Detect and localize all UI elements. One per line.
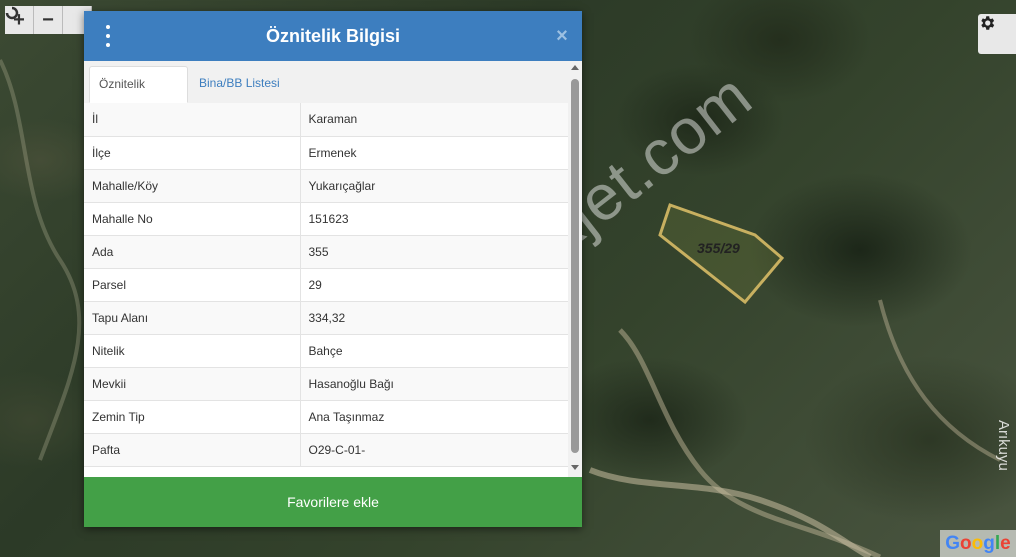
attribute-value: Bahçe: [300, 334, 568, 368]
attribute-value: Karaman: [300, 103, 568, 137]
google-logo: Google: [940, 530, 1016, 557]
map-controls: + −: [5, 6, 95, 34]
map-road: [878, 299, 1001, 462]
add-favorites-button[interactable]: Favorilere ekle: [84, 477, 582, 527]
attribute-key: İlçe: [84, 136, 301, 170]
scrollbar[interactable]: [568, 61, 582, 477]
attribute-key: Tapu Alanı: [84, 301, 301, 335]
dialog-header: Öznitelik Bilgisi ×: [84, 11, 582, 61]
attribute-info-dialog: Öznitelik Bilgisi × Öznitelik Bilgisi Bi…: [84, 11, 582, 527]
attribute-value: 355: [300, 235, 568, 269]
road-label: Arıkuyu: [995, 420, 1012, 471]
tab-building-list[interactable]: Bina/BB Listesi: [190, 66, 289, 103]
attribute-value: 334,32: [300, 301, 568, 335]
attribute-key: Mevkii: [84, 367, 301, 401]
attribute-value: 151623: [300, 202, 568, 236]
attribute-key: Zemin Tip: [84, 400, 301, 434]
attribute-value: O29-C-01-: [300, 433, 568, 467]
table-row: Mahalle/Köy Yukarıçağlar: [84, 169, 568, 203]
table-row: Zemin Tip Ana Taşınmaz: [84, 400, 568, 434]
attribute-table: İl Karaman İlçe Ermenek Mahalle/Köy Yukarıçağ…: [84, 103, 568, 477]
attribute-key: Mahalle/Köy: [84, 169, 301, 203]
attribute-value: Ana Taşınmaz: [300, 400, 568, 434]
table-row: Pafta O29-C-01-: [84, 433, 568, 467]
rotate-icon: [5, 6, 19, 20]
tab-bar: Öznitelik Bilgisi Bina/BB Listesi: [84, 61, 568, 125]
map-road: [0, 59, 82, 461]
parcel-label: 355/29: [697, 240, 740, 256]
attribute-key: İl: [84, 103, 301, 137]
attribute-key: Nitelik: [84, 334, 301, 368]
attribute-value: Hasanoğlu Bağı: [300, 367, 568, 401]
table-row: Mevkii Hasanoğlu Bağı: [84, 367, 568, 401]
attribute-value: Yukarıçağlar: [300, 169, 568, 203]
scroll-thumb[interactable]: [571, 79, 579, 453]
tab-attribute-info[interactable]: Öznitelik Bilgisi: [89, 66, 188, 125]
table-row: İlçe Ermenek: [84, 136, 568, 170]
table-row: Ada 355: [84, 235, 568, 269]
scroll-down-arrow[interactable]: [571, 465, 579, 470]
attribute-key: Mahalle No: [84, 202, 301, 236]
table-row: Mahalle No 151623: [84, 202, 568, 236]
table-row: Nitelik Bahçe: [84, 334, 568, 368]
dialog-title: Öznitelik Bilgisi: [265, 26, 401, 46]
attribute-key: Pafta: [84, 433, 301, 467]
table-row: Tapu Alanı 334,32: [84, 301, 568, 335]
table-row: İl Karaman: [84, 103, 568, 137]
table-row: Parsel 29: [84, 268, 568, 302]
map-road: [618, 328, 882, 557]
settings-button[interactable]: [978, 14, 1016, 54]
attribute-value: Ermenek: [300, 136, 568, 170]
close-button[interactable]: ×: [550, 23, 574, 49]
attribute-key: Parsel: [84, 268, 301, 302]
gear-icon: [981, 16, 995, 30]
scroll-up-arrow[interactable]: [571, 65, 579, 70]
map-road: [588, 467, 872, 557]
attribute-key: Ada: [84, 235, 301, 269]
zoom-out-button[interactable]: −: [34, 6, 63, 34]
attribute-value: 29: [300, 268, 568, 302]
